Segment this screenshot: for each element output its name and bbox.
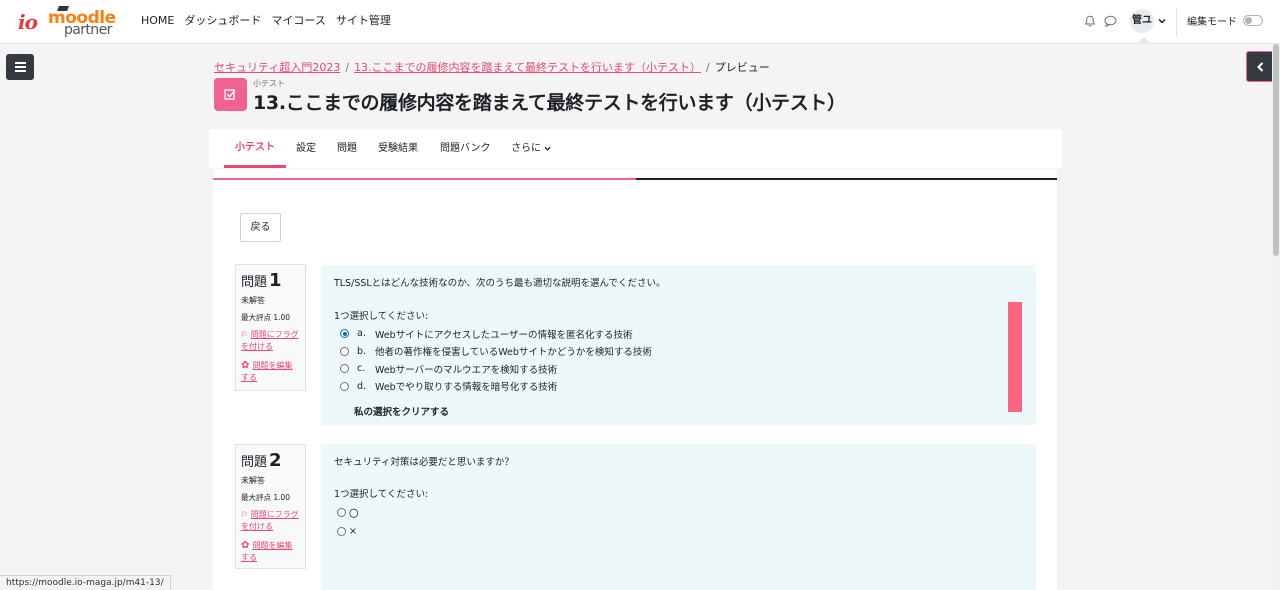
nav-home[interactable]: HOME bbox=[141, 14, 174, 27]
page-scrollbar[interactable] bbox=[1272, 44, 1280, 590]
radio-button[interactable] bbox=[340, 329, 349, 339]
question-1-content: TLS/SSLとはどんな技術なのか、次のうち最も適切な説明を選んでください。 1… bbox=[321, 265, 1036, 425]
block-drawer-toggle[interactable] bbox=[1246, 51, 1274, 82]
question-state: 未解答 bbox=[241, 476, 265, 485]
question-state: 未解答 bbox=[241, 296, 265, 305]
tab-questions[interactable]: 問題 bbox=[337, 129, 357, 168]
chevron-down-icon bbox=[544, 146, 551, 151]
edit-question-link[interactable]: ✿ 問題を編集する bbox=[241, 540, 300, 564]
avatar: 管ユ bbox=[1130, 9, 1154, 33]
chevron-left-icon bbox=[1257, 62, 1264, 72]
question-1-info: 問題 1 未解答 最大評点 1.00 ⚐ 問題にフラグを付ける ✿ 問題を編集する bbox=[235, 264, 306, 391]
radio-button[interactable] bbox=[340, 364, 349, 374]
flag-icon: ⚐ bbox=[241, 510, 251, 519]
question-number: 2 bbox=[269, 450, 282, 471]
gear-icon: ✿ bbox=[241, 540, 253, 551]
page-title: 13.ここまでの履修内容を踏まえて最終テストを行います（小テスト） bbox=[253, 92, 846, 114]
course-index-toggle[interactable] bbox=[6, 54, 34, 80]
progress-indicator-remaining bbox=[636, 178, 1057, 180]
secondary-nav: 小テスト 設定 問題 受験結果 問題バンク さらに bbox=[209, 129, 1062, 168]
nav-divider bbox=[1176, 8, 1177, 36]
answer-list: 〇 × bbox=[334, 503, 1023, 541]
navbar: io moodle partner HOME ダッシュボード マイコース サイト… bbox=[0, 0, 1280, 44]
gear-icon: ✿ bbox=[241, 360, 253, 371]
question-2-content: セキュリティ対策は必要だと思いますか？ 1つ選択してください: 〇 × bbox=[321, 444, 1036, 590]
user-menu-indicator bbox=[1137, 37, 1151, 44]
progress-indicator-done bbox=[213, 178, 636, 180]
answer-option-c[interactable]: c. Webサーバーのマルウエアを検知する技術 bbox=[334, 360, 1023, 378]
answer-prompt: 1つ選択してください: bbox=[334, 311, 429, 322]
breadcrumb-course[interactable]: セキュリティ超入門2023 bbox=[214, 61, 340, 74]
answer-option-b[interactable]: b. 他者の著作権を侵害しているWebサイトかどうかを検知する技術 bbox=[334, 343, 1023, 361]
chevron-down-icon bbox=[1158, 18, 1166, 24]
flag-question-link[interactable]: ⚐ 問題にフラグを付ける bbox=[241, 509, 300, 533]
question-max-grade: 最大評点 1.00 bbox=[241, 493, 291, 502]
site-logo[interactable]: io moodle partner bbox=[18, 6, 116, 38]
clear-choice-link[interactable]: 私の選択をクリアする bbox=[354, 404, 1023, 418]
tab-quiz[interactable]: 小テスト bbox=[224, 129, 286, 168]
radio-button[interactable] bbox=[340, 346, 349, 356]
answer-option-yes[interactable]: 〇 bbox=[334, 503, 1023, 522]
radio-button[interactable] bbox=[340, 381, 349, 391]
quiz-icon bbox=[214, 78, 247, 111]
edit-question-link[interactable]: ✿ 問題を編集する bbox=[241, 360, 300, 384]
question-max-grade: 最大評点 1.00 bbox=[241, 313, 291, 322]
edit-mode-switch: 編集モード bbox=[1187, 13, 1263, 28]
edit-mode-toggle[interactable] bbox=[1243, 15, 1263, 26]
nav-my-courses[interactable]: マイコース bbox=[271, 12, 325, 28]
answer-list: a. Webサイトにアクセスしたユーザーの情報を匿名化する技術 b. 他者の著作権を… bbox=[334, 325, 1023, 395]
flag-icon: ⚐ bbox=[241, 330, 251, 339]
flag-bar bbox=[1008, 302, 1022, 412]
tab-results[interactable]: 受験結果 bbox=[378, 129, 418, 168]
nav-dashboard[interactable]: ダッシュボード bbox=[184, 12, 261, 28]
bell-icon[interactable] bbox=[1084, 15, 1096, 27]
tab-more-label: さらに bbox=[511, 143, 541, 154]
nav-site-admin[interactable]: サイト管理 bbox=[336, 12, 391, 28]
answer-option-no[interactable]: × bbox=[334, 522, 1023, 541]
question-label: 問題 bbox=[241, 275, 268, 290]
answer-option-d[interactable]: d. Webでやり取りする情報を暗号化する技術 bbox=[334, 378, 1023, 396]
tab-settings[interactable]: 設定 bbox=[296, 129, 316, 168]
edit-mode-label: 編集モード bbox=[1187, 17, 1237, 28]
question-2-info: 問題 2 未解答 最大評点 1.00 ⚐ 問題にフラグを付ける ✿ 問題を編集する bbox=[235, 444, 306, 569]
back-button[interactable]: 戻る bbox=[240, 213, 281, 242]
question-label: 問題 bbox=[241, 455, 268, 470]
tab-more[interactable]: さらに bbox=[511, 129, 551, 168]
radio-button[interactable] bbox=[337, 508, 346, 517]
question-number: 1 bbox=[269, 270, 282, 291]
user-menu[interactable]: 管ユ bbox=[1130, 9, 1166, 33]
flag-question-link[interactable]: ⚐ 問題にフラグを付ける bbox=[241, 329, 300, 353]
answer-option-a[interactable]: a. Webサイトにアクセスしたユーザーの情報を匿名化する技術 bbox=[334, 325, 1023, 343]
question-text: TLS/SSLとはどんな技術なのか、次のうち最も適切な説明を選んでください。 bbox=[334, 278, 666, 289]
answer-prompt: 1つ選択してください: bbox=[334, 489, 429, 500]
chat-icon[interactable] bbox=[1104, 15, 1117, 27]
breadcrumb: セキュリティ超入門2023/13.ここまでの履修内容を踏まえて最終テストを行いま… bbox=[214, 61, 770, 74]
radio-button[interactable] bbox=[337, 527, 346, 536]
status-url: https://moodle.io-maga.jp/m41-13/ bbox=[0, 575, 171, 590]
tab-question-bank[interactable]: 問題バンク bbox=[440, 129, 491, 168]
primary-nav: HOME ダッシュボード マイコース サイト管理 bbox=[141, 0, 391, 40]
question-text: セキュリティ対策は必要だと思いますか？ bbox=[334, 457, 514, 468]
breadcrumb-current: プレビュー bbox=[714, 61, 770, 74]
scroll-thumb[interactable] bbox=[1273, 44, 1279, 256]
breadcrumb-activity[interactable]: 13.ここまでの履修内容を踏まえて最終テストを行います（小テスト） bbox=[354, 61, 701, 74]
